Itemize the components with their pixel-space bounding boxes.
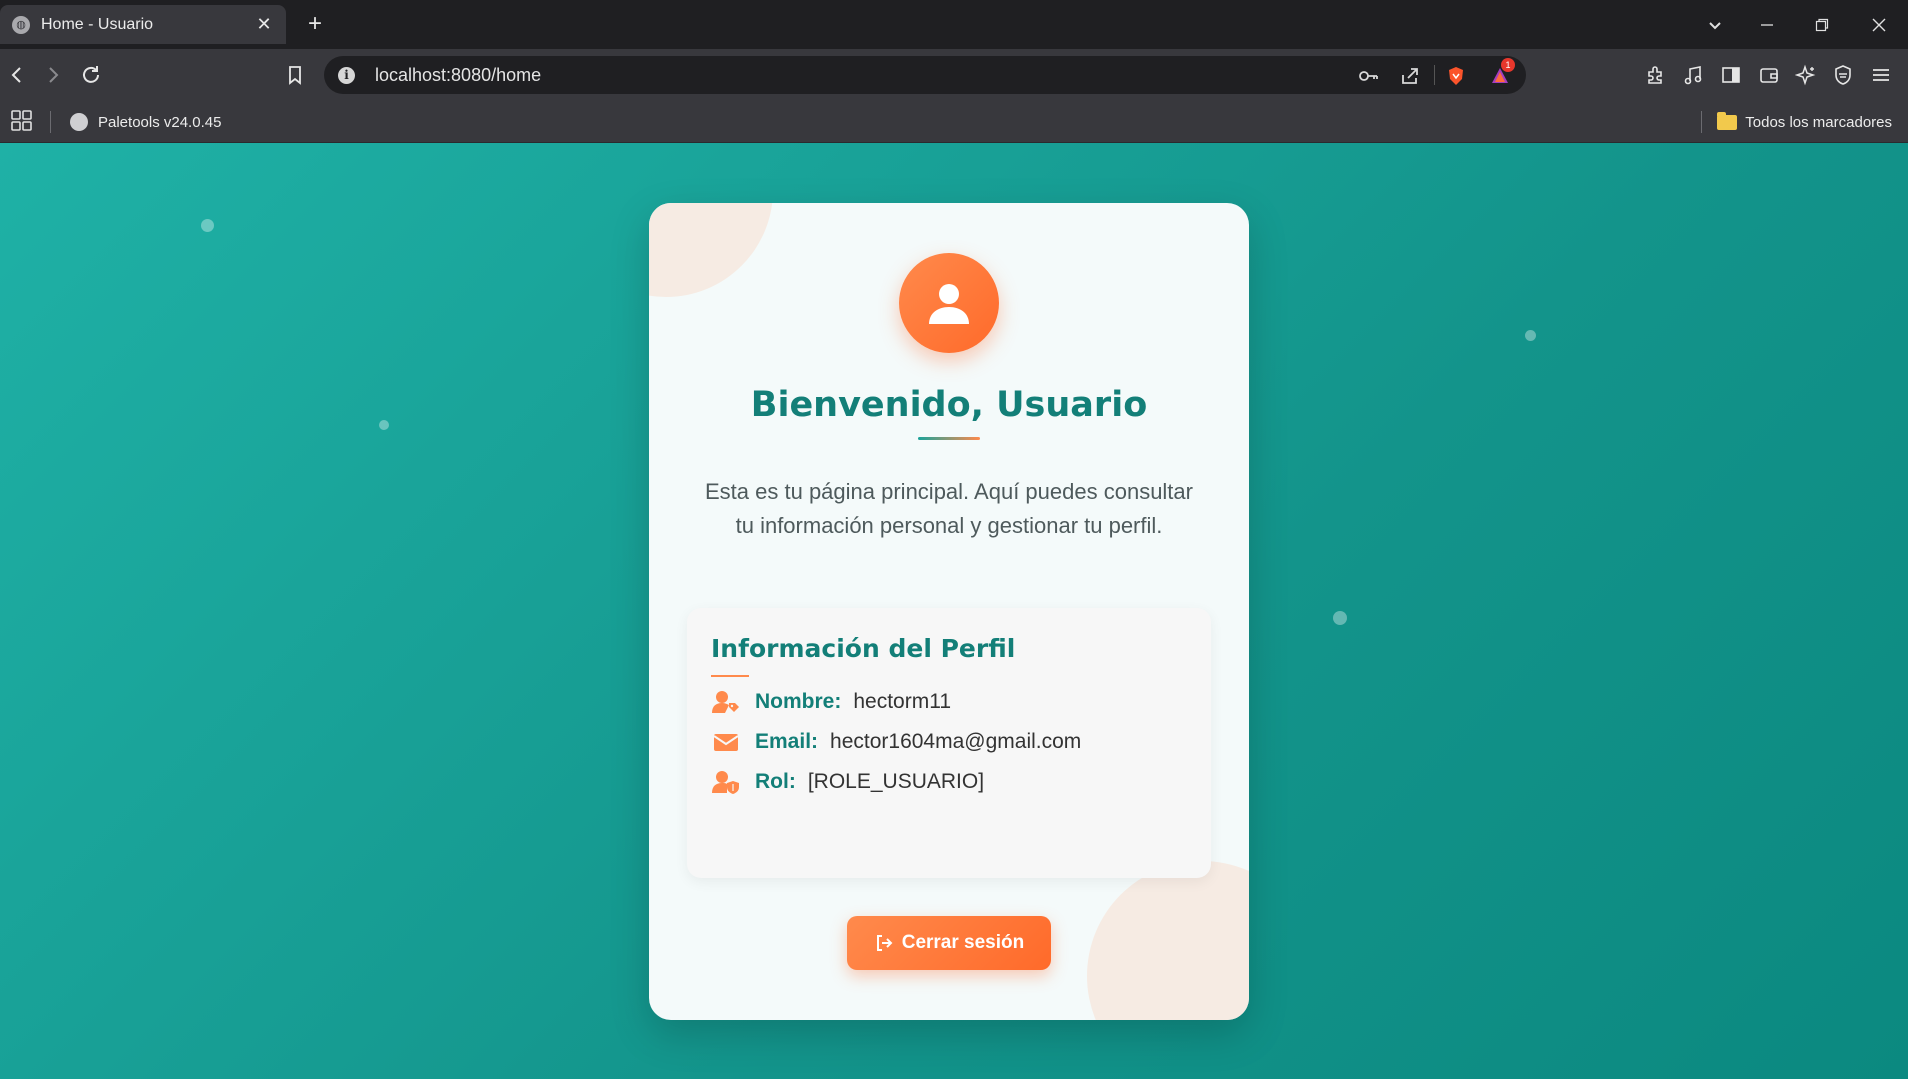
restore-button[interactable] <box>1795 0 1849 49</box>
all-bookmarks-label: Todos los marcadores <box>1745 113 1892 131</box>
extensions-icon[interactable] <box>1638 58 1672 92</box>
page-background: Bienvenido, Usuario Esta es tu página pr… <box>0 143 1908 1079</box>
sidebar-toggle-icon[interactable] <box>1714 58 1748 92</box>
globe-icon: ◍ <box>12 15 30 34</box>
bookmark-paletools[interactable]: Paletools v24.0.45 <box>70 110 221 134</box>
vpn-shield-icon[interactable] <box>1826 58 1860 92</box>
music-icon[interactable] <box>1676 58 1710 92</box>
wallet-icon[interactable] <box>1752 58 1786 92</box>
brave-rewards-icon[interactable]: 1 <box>1488 58 1515 88</box>
tab-strip: ◍ Home - Usuario ✕ + <box>0 0 1908 49</box>
page-title: Bienvenido, Usuario <box>750 385 1148 425</box>
tab-title: Home - Usuario <box>41 15 154 33</box>
menu-icon[interactable] <box>1864 58 1898 92</box>
decorative-dot <box>379 420 389 430</box>
back-button[interactable] <box>0 58 34 92</box>
envelope-icon <box>711 729 741 755</box>
email-label: Email: <box>755 730 819 753</box>
bookmark-icon[interactable] <box>278 58 312 92</box>
profile-row-name: Nombre: hectorm11 <box>711 687 951 717</box>
profile-title-underline <box>711 675 749 677</box>
notification-badge: 1 <box>1501 58 1515 72</box>
decorative-dot <box>201 219 214 232</box>
title-underline <box>918 437 980 440</box>
decorative-circle <box>1087 861 1249 1020</box>
bookmarks-bar: Paletools v24.0.45 Todos los marcadores <box>0 101 1908 143</box>
close-window-button[interactable] <box>1852 0 1906 49</box>
tab-search-chevron-icon[interactable] <box>1688 0 1742 49</box>
url-text: localhost:8080/home <box>375 64 542 85</box>
url-divider <box>1434 65 1435 85</box>
profile-info-title: Información del Perfil <box>711 634 1016 663</box>
tab-home[interactable]: ◍ Home - Usuario ✕ <box>0 5 286 44</box>
share-icon[interactable] <box>1398 64 1422 88</box>
decorative-circle <box>649 203 773 297</box>
apps-grid-icon[interactable] <box>10 109 34 133</box>
logout-label: Cerrar sesión <box>901 932 1025 953</box>
name-label: Nombre: <box>755 690 842 713</box>
reload-button[interactable] <box>74 58 108 92</box>
brave-shields-icon[interactable] <box>1444 64 1468 88</box>
logout-button[interactable]: Cerrar sesión <box>847 916 1051 970</box>
decorative-dot <box>1333 611 1347 625</box>
sign-out-icon <box>876 935 893 951</box>
key-icon[interactable] <box>1356 64 1380 88</box>
bookmarks-divider <box>50 111 51 133</box>
user-shield-icon <box>711 769 741 795</box>
profile-row-role: Rol: [ROLE_USUARIO] <box>711 767 984 797</box>
user-icon <box>929 284 969 324</box>
role-value: [ROLE_USUARIO] <box>807 770 985 793</box>
bookmark-label: Paletools v24.0.45 <box>98 113 222 131</box>
profile-row-email: Email: hector1604ma@gmail.com <box>711 727 1081 757</box>
leo-ai-icon[interactable] <box>1789 58 1823 92</box>
address-bar[interactable]: i localhost:8080/home 1 <box>324 56 1526 94</box>
close-tab-icon[interactable]: ✕ <box>254 14 274 35</box>
bookmarks-divider <box>1701 111 1702 133</box>
minimize-button[interactable] <box>1740 0 1794 49</box>
intro-text: Esta es tu página principal. Aquí puedes… <box>705 479 1193 538</box>
navigation-toolbar: i localhost:8080/home 1 <box>0 49 1908 101</box>
decorative-dot <box>1525 330 1536 341</box>
user-tag-icon <box>711 689 741 715</box>
profile-info-panel: Información del Perfil Nombre: hectorm11… <box>687 608 1211 878</box>
email-value: hector1604ma@gmail.com <box>830 730 1082 753</box>
name-value: hectorm11 <box>853 690 952 713</box>
welcome-card: Bienvenido, Usuario Esta es tu página pr… <box>649 203 1249 1020</box>
role-label: Rol: <box>755 770 796 793</box>
new-tab-button[interactable]: + <box>300 9 330 39</box>
all-bookmarks-folder[interactable]: Todos los marcadores <box>1717 110 1892 134</box>
avatar <box>899 253 999 353</box>
globe-icon <box>70 113 88 131</box>
folder-icon <box>1717 111 1738 130</box>
site-info-icon[interactable]: i <box>338 66 355 84</box>
forward-button[interactable] <box>36 58 70 92</box>
